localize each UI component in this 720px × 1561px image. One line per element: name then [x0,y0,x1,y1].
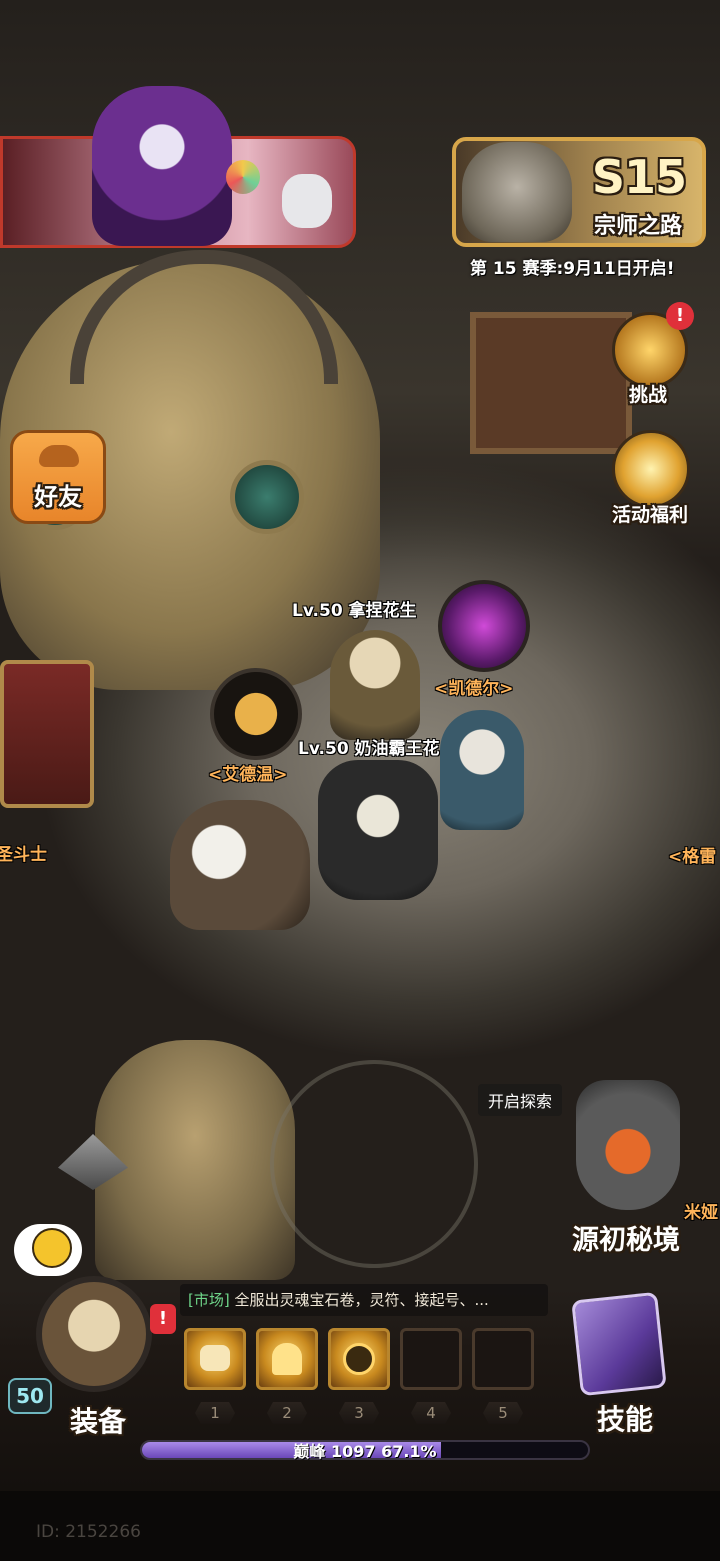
fist-icon [200,1345,230,1371]
explore-tooltip: 开启探索 [478,1084,563,1116]
small-cat-icon [282,174,332,228]
bell-icon [272,1343,302,1375]
shrine-left [0,660,94,808]
challenge-alert-icon: ! [666,302,694,330]
slot-number-1: 1 [195,1402,235,1424]
slot-number-4: 4 [411,1402,451,1424]
floor-portal [270,1060,478,1268]
player-name-2: Lv.50 奶油霸王花 [298,739,440,759]
skill-slot-5[interactable] [472,1328,534,1390]
player-character-knight[interactable] [318,760,438,900]
emoji-chat-icon[interactable] [14,1224,82,1276]
npc-ram-elder[interactable] [170,800,310,930]
skill-slot-2[interactable] [256,1328,318,1390]
avatar-alert-icon: ! [150,1304,176,1334]
npc-right-partial-name[interactable]: <格雷 [668,842,716,867]
event-rewards-label: 活动福利 [611,504,688,526]
golden-monument [95,1040,295,1280]
chat-message: 全服出灵魂宝石卷，灵符、接起号、... [234,1291,489,1309]
season-notice: 第 15 赛季:9月11日开启! [470,259,675,279]
slot-number-5: 5 [483,1402,523,1424]
skill-slot-1[interactable] [184,1328,246,1390]
skill-book-icon[interactable] [571,1291,667,1397]
friends-button[interactable]: 好友 [10,430,106,524]
equip-label[interactable]: 装备 [58,1400,138,1440]
chat-bar[interactable]: [市场] 全服出灵魂宝石卷，灵符、接起号、... [180,1284,548,1316]
xp-label: 巅峰 1097 [293,1442,376,1461]
npc-cat-mage[interactable] [440,710,524,830]
challenge-button[interactable]: ! 挑战 [608,302,694,406]
player-level-badge: 50 [8,1378,52,1414]
season-subtitle: 宗师之路 [593,214,682,239]
npc-left-partial-name[interactable]: 圣斗士 [0,840,47,865]
npc-kaide-icon[interactable] [438,580,530,672]
event-rewards-button[interactable]: 活动福利 [600,430,700,526]
friends-label: 好友 [34,483,82,511]
npc-kaide-name[interactable]: <凯德尔> [434,674,514,699]
hooded-cat-character [92,86,232,246]
slot-number-2: 2 [267,1402,307,1424]
lollipop-icon [226,160,260,194]
skill-label[interactable]: 技能 [580,1398,670,1438]
skill-slot-4[interactable] [400,1328,462,1390]
player-avatar[interactable] [36,1276,152,1392]
season-badge-label: S15 [591,150,687,204]
skill-slot-3[interactable] [328,1328,390,1390]
player-character-monk[interactable] [330,630,420,740]
xp-percent: 67.1% [381,1442,437,1461]
npc-aide-name[interactable]: <艾德温> [208,760,288,785]
game-scene: S15 宗师之路 第 15 赛季:9月11日开启! ! 挑战 活动福利 好友 L… [0,0,720,1561]
chat-channel: [市场] [188,1291,230,1309]
cloud-icon [39,445,79,467]
challenge-label: 挑战 [628,384,667,406]
player-id: ID: 2152266 [36,1522,141,1542]
xp-text: 巅峰 1097 67.1% [140,1438,590,1462]
player-name-1: Lv.50 拿捏花生 [292,601,417,621]
dungeon-skull-icon[interactable] [576,1080,680,1210]
statue-eye-right [230,460,304,534]
season-cat-portrait [462,142,572,242]
npc-aide-icon[interactable] [210,668,302,760]
golden-face-icon [343,1343,375,1375]
explore-label[interactable]: 源初秘境 [556,1218,696,1257]
lantern-icon [612,430,690,508]
cat-face-icon [32,1228,72,1268]
slot-number-3: 3 [339,1402,379,1424]
